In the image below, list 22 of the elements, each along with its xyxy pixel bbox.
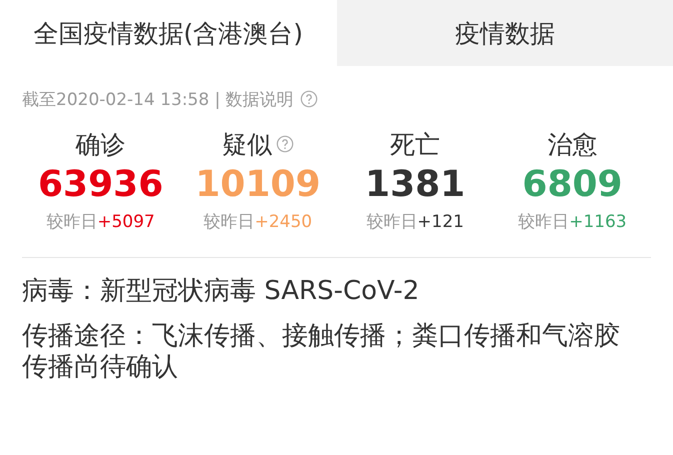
help-icon[interactable] [300,90,318,108]
delta-value: +5097 [97,212,155,232]
delta-label: 较昨日 [366,211,418,233]
help-icon[interactable] [276,135,294,153]
delta-label: 较昨日 [204,211,255,233]
stat-label: 确诊 [76,128,126,160]
stat-value: 1381 [365,163,466,207]
stat-label: 治愈 [547,128,598,160]
info-text: 传播途径：飞沫传播、接触传播；粪口传播和气溶胶传播尚待确认 [22,321,621,383]
delta-value: +2450 [254,212,312,232]
stat-value: 63936 [38,163,164,207]
delta-label: 较昨日 [518,211,570,233]
tab[interactable]: 疫情数据 [336,0,673,66]
delta-value: +1163 [569,212,627,232]
info-text: 病毒：新型冠状病毒 SARS-CoV-2 [22,276,420,307]
stat-label: 死亡 [390,128,440,160]
delta-value: +121 [417,212,464,232]
delta-label: 较昨日 [46,211,98,233]
stat-value: 10109 [195,163,320,207]
stat-value: 6809 [522,163,622,207]
stat-label: 疑似 [222,128,272,160]
update-time: 截至2020-02-14 13:58 | 数据说明 [22,88,294,110]
